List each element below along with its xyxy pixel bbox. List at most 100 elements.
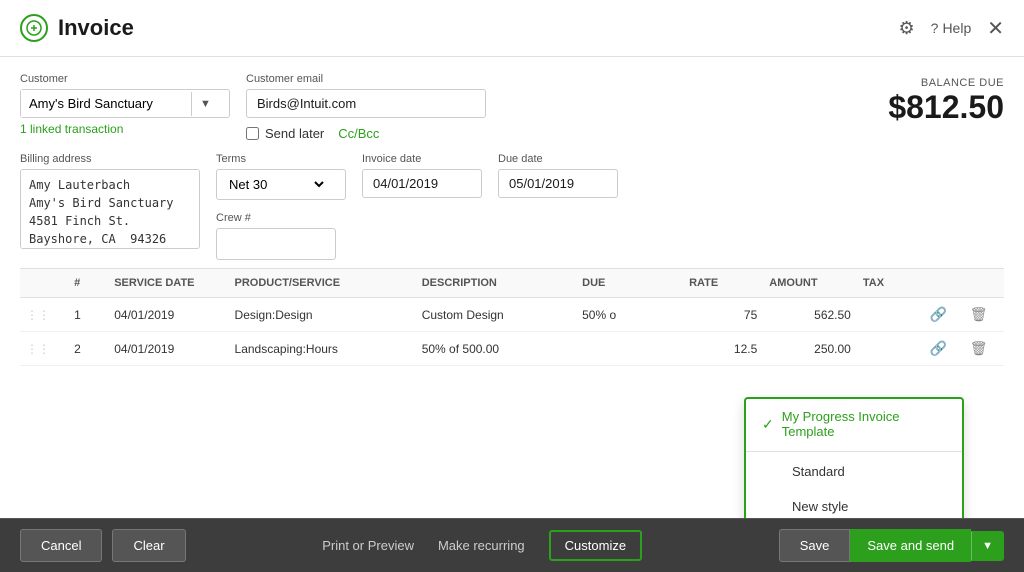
row1-amount: 562.50 bbox=[763, 298, 857, 332]
template-item-standard[interactable]: Standard bbox=[746, 454, 962, 489]
drag-handle-1[interactable]: ⋮⋮ bbox=[26, 308, 50, 322]
terms-group: Terms Net 30 Net 15 Due on receipt bbox=[216, 153, 346, 200]
billing-address-textarea[interactable]: Amy Lauterbach Amy's Bird Sanctuary 4581… bbox=[20, 169, 200, 249]
row1-due: 50% o bbox=[576, 298, 683, 332]
row2-desc: 50% of 500.00 bbox=[416, 332, 576, 366]
col-tax-header: TAX bbox=[857, 269, 924, 298]
billing-row: Billing address Amy Lauterbach Amy's Bir… bbox=[20, 153, 1004, 260]
row2-tax bbox=[857, 332, 924, 366]
crew-input[interactable] bbox=[216, 228, 336, 260]
footer-left: Cancel Clear bbox=[20, 529, 186, 562]
make-recurring-button[interactable]: Make recurring bbox=[438, 534, 525, 557]
row2-rate: 12.5 bbox=[683, 332, 763, 366]
template-item-label: New style bbox=[792, 499, 848, 514]
row2-due bbox=[576, 332, 683, 366]
template-item-label: Standard bbox=[792, 464, 845, 479]
row2-product: Landscaping:Hours bbox=[229, 332, 416, 366]
terms-select-wrap: Net 30 Net 15 Due on receipt bbox=[216, 169, 346, 200]
terms-label: Terms bbox=[216, 153, 346, 165]
footer-right: Save Save and send ▼ bbox=[779, 529, 1004, 562]
template-dropdown: ✓ My Progress Invoice Template Standard … bbox=[744, 397, 964, 518]
email-group: Customer email Send later Cc/Bcc bbox=[246, 73, 486, 141]
top-form-row: Customer ▼ 1 linked transaction Customer… bbox=[20, 73, 1004, 141]
row2-num: 2 bbox=[68, 332, 108, 366]
footer: Cancel Clear Print or Preview Make recur… bbox=[0, 518, 1024, 572]
save-button[interactable]: Save bbox=[779, 529, 851, 562]
row2-date: 04/01/2019 bbox=[108, 332, 228, 366]
check-icon: ✓ bbox=[762, 416, 774, 433]
template-item-label: My Progress Invoice Template bbox=[782, 409, 946, 439]
row1-desc: Custom Design bbox=[416, 298, 576, 332]
row1-tax bbox=[857, 298, 924, 332]
row2-link-icon[interactable]: 🔗 bbox=[930, 340, 947, 356]
footer-center: Print or Preview Make recurring Customiz… bbox=[322, 530, 642, 561]
send-later-checkbox[interactable] bbox=[246, 127, 259, 140]
page-title: Invoice bbox=[58, 15, 134, 41]
col-product-header: PRODUCT/SERVICE bbox=[229, 269, 416, 298]
crew-label: Crew # bbox=[216, 212, 346, 224]
col-link-header bbox=[924, 269, 964, 298]
invoice-table: # SERVICE DATE PRODUCT/SERVICE DESCRIPTI… bbox=[20, 268, 1004, 366]
send-later-row: Send later Cc/Bcc bbox=[246, 126, 486, 141]
balance-due-section: BALANCE DUE $812.50 bbox=[888, 73, 1004, 126]
template-item-my-progress[interactable]: ✓ My Progress Invoice Template bbox=[746, 399, 962, 449]
table-row: ⋮⋮ 1 04/01/2019 Design:Design Custom Des… bbox=[20, 298, 1004, 332]
template-divider-1 bbox=[746, 451, 962, 452]
row2-amount: 250.00 bbox=[763, 332, 857, 366]
balance-due-label: BALANCE DUE bbox=[888, 77, 1004, 89]
col-amount-header: AMOUNT bbox=[763, 269, 857, 298]
row2-delete-icon[interactable]: 🗑 bbox=[970, 340, 988, 356]
row1-link-icon[interactable]: 🔗 bbox=[930, 306, 947, 322]
save-send-button[interactable]: Save and send bbox=[850, 529, 971, 562]
col-del-header bbox=[964, 269, 1004, 298]
customer-group: Customer ▼ 1 linked transaction bbox=[20, 73, 230, 136]
close-button[interactable]: ✕ bbox=[987, 16, 1004, 41]
clear-button[interactable]: Clear bbox=[112, 529, 185, 562]
row1-num: 1 bbox=[68, 298, 108, 332]
col-rate-header: RATE bbox=[683, 269, 763, 298]
col-num-header: # bbox=[68, 269, 108, 298]
help-button[interactable]: ? Help bbox=[931, 20, 972, 36]
terms-date-group: Terms Net 30 Net 15 Due on receipt Crew … bbox=[216, 153, 346, 260]
row1-product: Design:Design bbox=[229, 298, 416, 332]
col-drag-header bbox=[20, 269, 68, 298]
print-preview-button[interactable]: Print or Preview bbox=[322, 534, 414, 557]
linked-transaction-link[interactable]: 1 linked transaction bbox=[20, 122, 230, 136]
email-input[interactable] bbox=[246, 89, 486, 118]
invoice-date-input[interactable] bbox=[362, 169, 482, 198]
row1-rate: 75 bbox=[683, 298, 763, 332]
invoice-date-label: Invoice date bbox=[362, 153, 482, 165]
settings-button[interactable]: ⚙ bbox=[899, 18, 915, 39]
help-circle-icon: ? bbox=[931, 20, 939, 36]
col-desc-header: DESCRIPTION bbox=[416, 269, 576, 298]
crew-group: Crew # bbox=[216, 212, 346, 260]
invoice-icon bbox=[20, 14, 48, 42]
row1-delete-icon[interactable]: 🗑 bbox=[970, 306, 988, 322]
header-right: ⚙ ? Help ✕ bbox=[899, 16, 1005, 41]
table-row: ⋮⋮ 2 04/01/2019 Landscaping:Hours 50% of… bbox=[20, 332, 1004, 366]
col-date-header: SERVICE DATE bbox=[108, 269, 228, 298]
template-item-new-style[interactable]: New style bbox=[746, 489, 962, 518]
send-later-label: Send later bbox=[265, 126, 324, 141]
billing-address-group: Billing address Amy Lauterbach Amy's Bir… bbox=[20, 153, 200, 249]
save-send-dropdown-arrow[interactable]: ▼ bbox=[971, 531, 1004, 561]
drag-handle-2[interactable]: ⋮⋮ bbox=[26, 342, 50, 356]
due-date-input[interactable] bbox=[498, 169, 618, 198]
main-content: Customer ▼ 1 linked transaction Customer… bbox=[0, 57, 1024, 518]
email-label: Customer email bbox=[246, 73, 486, 85]
customize-button[interactable]: Customize bbox=[549, 530, 642, 561]
table-section: # SERVICE DATE PRODUCT/SERVICE DESCRIPTI… bbox=[20, 268, 1004, 366]
row1-date: 04/01/2019 bbox=[108, 298, 228, 332]
customer-input-wrap: ▼ bbox=[20, 89, 230, 118]
cc-bcc-link[interactable]: Cc/Bcc bbox=[338, 126, 379, 141]
customer-input[interactable] bbox=[21, 90, 191, 117]
invoice-container: Invoice ⚙ ? Help ✕ Customer ▼ 1 linked t… bbox=[0, 0, 1024, 572]
col-due-header: DUE bbox=[576, 269, 683, 298]
customer-dropdown-arrow[interactable]: ▼ bbox=[191, 92, 219, 116]
cancel-button[interactable]: Cancel bbox=[20, 529, 102, 562]
due-date-label: Due date bbox=[498, 153, 618, 165]
terms-select[interactable]: Net 30 Net 15 Due on receipt bbox=[217, 170, 327, 199]
due-date-group: Due date bbox=[498, 153, 618, 198]
invoice-date-group: Invoice date bbox=[362, 153, 482, 198]
balance-due-amount: $812.50 bbox=[888, 89, 1004, 126]
